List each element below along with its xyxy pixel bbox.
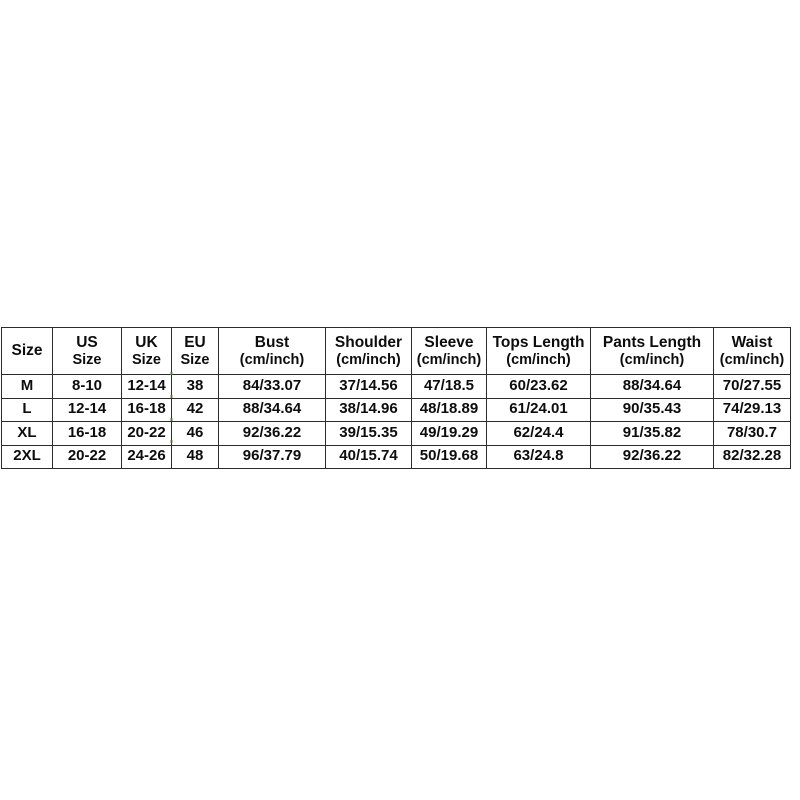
cell-bust: 84/33.07 bbox=[218, 374, 326, 399]
cell-uk-size: 20-22 bbox=[121, 421, 172, 446]
column-header-pants-length-line1: Pants Length bbox=[602, 334, 702, 352]
table-row: L 12-14 16-18 42 88/34.64 38/14.96 48/18… bbox=[1, 397, 791, 422]
size-chart-body: M 8-10 12-14 38 84/33.07 37/14.56 47/18.… bbox=[1, 374, 791, 469]
cell-waist: 78/30.7 bbox=[713, 421, 791, 446]
cell-size: L bbox=[1, 397, 53, 422]
cell-eu-size: 48 bbox=[171, 444, 219, 469]
cell-sleeve: 50/19.68 bbox=[411, 444, 487, 469]
cell-sleeve: 47/18.5 bbox=[411, 374, 487, 399]
cell-waist: 70/27.55 bbox=[713, 374, 791, 399]
cell-eu-size: 46 bbox=[171, 421, 219, 446]
column-header-us-size-line1: US bbox=[76, 334, 98, 352]
cell-tops-length: 62/24.4 bbox=[486, 421, 591, 446]
column-header-sleeve-line1: Sleeve bbox=[424, 334, 474, 352]
column-header-us-size-line2: Size bbox=[72, 351, 102, 368]
cell-uk-size: 24-26 bbox=[121, 444, 172, 469]
cell-size: XL bbox=[1, 421, 53, 446]
column-header-bust-line2: (cm/inch) bbox=[239, 351, 305, 368]
column-header-eu-size: EU Size bbox=[171, 327, 219, 375]
cell-bust: 88/34.64 bbox=[218, 397, 326, 422]
cell-us-size: 12-14 bbox=[52, 397, 122, 422]
column-header-shoulder-line2: (cm/inch) bbox=[336, 351, 401, 368]
column-header-uk-size-line1: UK bbox=[135, 334, 158, 352]
column-header-sleeve-line2: (cm/inch) bbox=[416, 351, 482, 368]
cell-pants-length: 92/36.22 bbox=[590, 444, 714, 469]
cell-tops-length: 63/24.8 bbox=[486, 444, 591, 469]
column-header-pants-length-line2: (cm/inch) bbox=[619, 351, 685, 368]
cell-uk-size: 12-14 bbox=[121, 374, 172, 399]
cell-shoulder: 40/15.74 bbox=[325, 444, 412, 469]
column-header-tops-length-line2: (cm/inch) bbox=[506, 351, 571, 368]
column-header-pants-length: Pants Length (cm/inch) bbox=[590, 327, 714, 375]
column-header-eu-size-line1: EU bbox=[184, 334, 206, 352]
column-header-waist: Waist (cm/inch) bbox=[713, 327, 791, 375]
size-chart-header: Size US Size UK Size EU Size Bust (cm/in… bbox=[1, 327, 791, 375]
table-row: M 8-10 12-14 38 84/33.07 37/14.56 47/18.… bbox=[1, 374, 791, 399]
column-header-shoulder: Shoulder (cm/inch) bbox=[325, 327, 412, 375]
cell-pants-length: 90/35.43 bbox=[590, 397, 714, 422]
cell-pants-length: 88/34.64 bbox=[590, 374, 714, 399]
column-header-tops-length-line1: Tops Length bbox=[492, 334, 585, 352]
column-header-sleeve: Sleeve (cm/inch) bbox=[411, 327, 487, 375]
column-header-eu-size-line2: Size bbox=[180, 351, 210, 368]
cell-bust: 92/36.22 bbox=[218, 421, 326, 446]
column-header-shoulder-line1: Shoulder bbox=[334, 334, 403, 352]
size-chart-table: Size US Size UK Size EU Size Bust (cm/in… bbox=[1, 327, 791, 469]
column-header-bust: Bust (cm/inch) bbox=[218, 327, 326, 375]
cell-pants-length: 91/35.82 bbox=[590, 421, 714, 446]
header-row: Size US Size UK Size EU Size Bust (cm/in… bbox=[1, 327, 791, 375]
column-header-waist-line2: (cm/inch) bbox=[719, 351, 785, 368]
column-header-us-size: US Size bbox=[52, 327, 122, 375]
cell-size: 2XL bbox=[1, 444, 53, 469]
cell-uk-size: 16-18 bbox=[121, 397, 172, 422]
cell-us-size: 8-10 bbox=[52, 374, 122, 399]
cell-tops-length: 60/23.62 bbox=[486, 374, 591, 399]
size-chart-container: Size US Size UK Size EU Size Bust (cm/in… bbox=[1, 327, 791, 469]
cell-size: M bbox=[1, 374, 53, 399]
cell-us-size: 16-18 bbox=[52, 421, 122, 446]
column-header-uk-size-line2: Size bbox=[131, 351, 161, 368]
cell-sleeve: 48/18.89 bbox=[411, 397, 487, 422]
cell-waist: 82/32.28 bbox=[713, 444, 791, 469]
column-header-size-line1: Size bbox=[11, 342, 43, 360]
cell-shoulder: 37/14.56 bbox=[325, 374, 412, 399]
column-header-waist-line1: Waist bbox=[731, 334, 773, 352]
column-header-tops-length: Tops Length (cm/inch) bbox=[486, 327, 591, 375]
cell-eu-size: 38 bbox=[171, 374, 219, 399]
cell-shoulder: 38/14.96 bbox=[325, 397, 412, 422]
table-row: XL 16-18 20-22 46 92/36.22 39/15.35 49/1… bbox=[1, 421, 791, 446]
cell-shoulder: 39/15.35 bbox=[325, 421, 412, 446]
table-row: 2XL 20-22 24-26 48 96/37.79 40/15.74 50/… bbox=[1, 444, 791, 469]
column-header-uk-size: UK Size bbox=[121, 327, 172, 375]
cell-eu-size: 42 bbox=[171, 397, 219, 422]
cell-bust: 96/37.79 bbox=[218, 444, 326, 469]
column-header-size: Size bbox=[1, 327, 53, 375]
column-header-bust-line1: Bust bbox=[254, 334, 290, 352]
cell-us-size: 20-22 bbox=[52, 444, 122, 469]
cell-waist: 74/29.13 bbox=[713, 397, 791, 422]
cell-sleeve: 49/19.29 bbox=[411, 421, 487, 446]
cell-tops-length: 61/24.01 bbox=[486, 397, 591, 422]
